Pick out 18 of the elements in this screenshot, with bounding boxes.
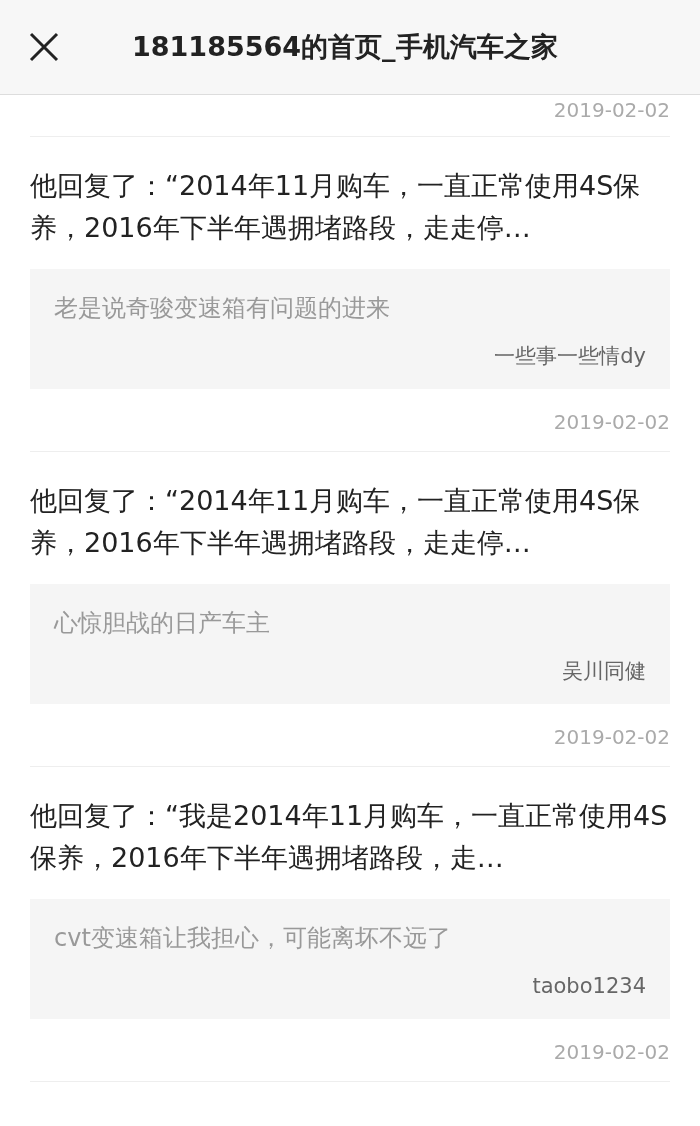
quote-text: 老是说奇骏变速箱有问题的进来 — [54, 293, 391, 324]
reply-date: 2019-02-02 — [553, 1039, 670, 1066]
close-icon — [28, 31, 60, 63]
reply-text[interactable]: 他回复了：“2014年11月购车，一直正常使用4S保养，2016年下半年遇拥堵路段，走走停… — [30, 165, 670, 249]
quote-author: taobo1234 — [532, 973, 646, 1000]
quote-card[interactable]: cvt变速箱让我担心，可能离坏不远了 taobo1234 — [30, 899, 670, 1019]
quote-card[interactable]: 老是说奇骏变速箱有问题的进来 一些事一些情dy — [30, 269, 670, 389]
reply-date: 2019-02-02 — [553, 97, 670, 124]
reply-text[interactable]: 他回复了：“2014年11月购车，一直正常使用4S保养，2016年下半年遇拥堵路段，走走停… — [30, 480, 670, 564]
reply-text[interactable]: 他回复了：“我是2014年11月购车，一直正常使用4S保养，2016年下半年遇拥堵路段，走… — [30, 795, 670, 879]
quote-text: cvt变速箱让我担心，可能离坏不远了 — [54, 923, 452, 954]
quote-author: 一些事一些情dy — [494, 343, 646, 370]
reply-date: 2019-02-02 — [553, 409, 670, 436]
quote-card[interactable]: 心惊胆战的日产车主 吴川同健 — [30, 584, 670, 704]
page-title: 181185564的首页_手机汽车之家 — [132, 29, 558, 64]
reply-date: 2019-02-02 — [553, 724, 670, 751]
quote-text: 心惊胆战的日产车主 — [54, 608, 271, 639]
quote-author: 吴川同健 — [562, 658, 646, 685]
